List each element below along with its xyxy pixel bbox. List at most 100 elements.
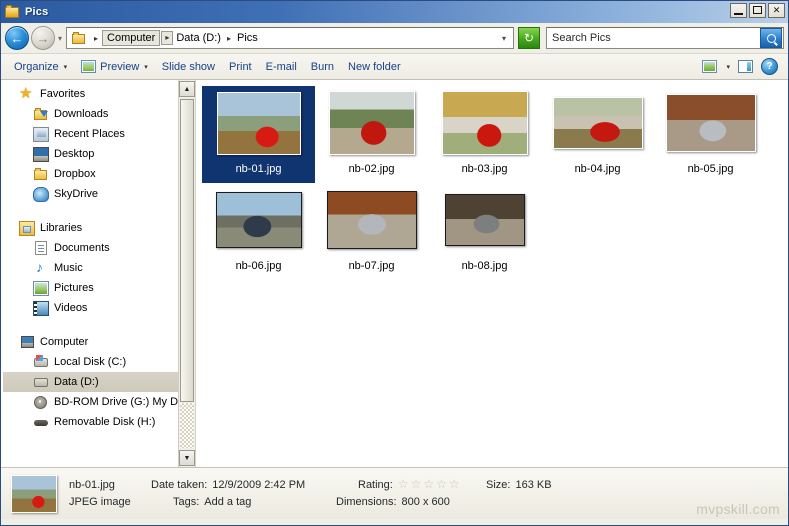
sidebar-item-skydrive[interactable]: SkyDrive <box>3 184 195 204</box>
details-date-taken-value[interactable]: 12/9/2009 2:42 PM <box>212 479 305 491</box>
recent-places-icon <box>33 126 49 142</box>
watermark: mvpskill.com <box>696 501 780 517</box>
details-tags-value[interactable]: Add a tag <box>204 496 251 508</box>
forward-button[interactable]: → <box>31 26 55 50</box>
file-thumbnail[interactable] <box>328 91 415 155</box>
preview-label: Preview <box>100 60 140 73</box>
help-icon[interactable]: ? <box>761 58 778 75</box>
refresh-button[interactable]: ↻ <box>518 27 540 49</box>
file-tile[interactable]: nb-08.jpg <box>428 183 541 280</box>
details-filetype: JPEG image <box>69 496 131 508</box>
sidebar-label: Pictures <box>54 282 94 294</box>
search-icon[interactable] <box>760 28 782 48</box>
search-input[interactable]: Search Pics <box>552 32 760 44</box>
music-icon <box>33 259 49 276</box>
file-thumbnail[interactable] <box>441 91 528 155</box>
file-tile[interactable]: nb-01.jpg <box>202 86 315 183</box>
preview-button[interactable]: Preview ▾ <box>74 57 155 76</box>
file-tile[interactable]: nb-07.jpg <box>315 183 428 280</box>
file-tile[interactable]: nb-04.jpg <box>541 86 654 183</box>
change-view-icon[interactable] <box>702 60 718 73</box>
sidebar-item-data-d[interactable]: Data (D:) <box>3 372 195 392</box>
sidebar-item-videos[interactable]: Videos <box>3 298 195 318</box>
email-button[interactable]: E-mail <box>259 58 304 76</box>
sidebar-item-removable-disk-h[interactable]: Removable Disk (H:) <box>3 412 195 432</box>
breadcrumb-bar[interactable]: ▸ Computer ▸ Data (D:) ▸ Pics ▾ <box>66 27 514 49</box>
slideshow-button[interactable]: Slide show <box>155 58 222 76</box>
scrollbar-thumb[interactable] <box>180 99 194 402</box>
new-folder-button[interactable]: New folder <box>341 58 408 76</box>
scroll-down-button[interactable]: ▼ <box>179 450 195 466</box>
maximize-button[interactable] <box>749 3 766 18</box>
scroll-up-button[interactable]: ▲ <box>179 81 195 97</box>
close-button[interactable]: ✕ <box>768 3 785 18</box>
optical-drive-icon <box>33 395 49 410</box>
details-col-size: Size: 163 KB <box>486 479 552 508</box>
sidebar-item-desktop[interactable]: Desktop <box>3 144 195 164</box>
breadcrumb-data-d[interactable]: Data (D:) <box>174 31 223 45</box>
sidebar-item-recent-places[interactable]: Recent Places <box>3 124 195 144</box>
rating-star[interactable]: ☆ <box>449 478 460 491</box>
sidebar-item-bd-rom-drive-g[interactable]: BD-ROM Drive (G:) My Dis <box>3 392 195 412</box>
chevron-down-icon: ▾ <box>144 63 148 71</box>
breadcrumb-caret-2[interactable]: ▸ <box>223 34 235 43</box>
file-tile[interactable]: nb-03.jpg <box>428 86 541 183</box>
print-button[interactable]: Print <box>222 58 259 76</box>
file-name-label: nb-01.jpg <box>235 163 282 175</box>
thumbnail-wrapper <box>215 185 302 255</box>
sidebar-item-dropbox[interactable]: Dropbox <box>3 164 195 184</box>
history-dropdown-icon[interactable]: ▾ <box>58 34 62 43</box>
folder-icon <box>33 167 49 182</box>
file-tile[interactable]: nb-05.jpg <box>654 86 767 183</box>
file-thumbnail[interactable] <box>552 97 643 149</box>
sidebar-label: Libraries <box>40 222 83 234</box>
address-dropdown-icon[interactable]: ▾ <box>502 34 511 43</box>
thumbnail-wrapper <box>326 185 417 255</box>
preview-image-icon <box>81 60 97 73</box>
rating-star[interactable]: ☆ <box>423 478 434 491</box>
burn-button[interactable]: Burn <box>304 58 341 76</box>
explorer-window: Pics ✕ ← → ▾ ▸ Computer ▸ Data (D:) ▸ Pi… <box>0 0 789 526</box>
rating-star[interactable]: ☆ <box>411 478 422 491</box>
file-tile[interactable]: nb-02.jpg <box>315 86 428 183</box>
sidebar-group-computer[interactable]: Computer <box>3 332 195 352</box>
rating-star[interactable]: ☆ <box>436 478 447 491</box>
sidebar-group-libraries[interactable]: Libraries <box>3 218 195 238</box>
sidebar-group-favorites[interactable]: Favorites <box>3 84 195 104</box>
breadcrumb-pics[interactable]: Pics <box>235 31 260 45</box>
sidebar-item-pictures[interactable]: Pictures <box>3 278 195 298</box>
sidebar-label: Documents <box>54 242 110 254</box>
search-box[interactable]: Search Pics <box>546 27 784 49</box>
file-thumbnail[interactable] <box>444 194 525 246</box>
toolbar-right-group: ▾ ? <box>702 58 782 75</box>
sidebar-item-downloads[interactable]: Downloads <box>3 104 195 124</box>
preview-pane-icon[interactable] <box>738 60 753 73</box>
file-name-label: nb-03.jpg <box>461 163 508 175</box>
rating-stars[interactable]: ☆ ☆ ☆ ☆ ☆ <box>398 478 460 491</box>
breadcrumb-caret-1[interactable]: ▸ <box>161 31 174 45</box>
file-thumbnail[interactable] <box>665 94 756 152</box>
file-tile[interactable]: nb-06.jpg <box>202 183 315 280</box>
thumbnail-wrapper <box>552 88 643 158</box>
file-list-pane[interactable]: nb-01.jpg nb-02.jpg nb-03.jpg nb-04.jpg nb-0… <box>196 80 788 467</box>
sidebar-item-documents[interactable]: Documents <box>3 238 195 258</box>
minimize-button[interactable] <box>730 3 747 18</box>
organize-button[interactable]: Organize ▾ <box>7 58 74 76</box>
file-thumbnail[interactable] <box>215 192 302 248</box>
breadcrumb-caret-0[interactable]: ▸ <box>90 34 102 43</box>
file-thumbnail[interactable] <box>216 91 301 155</box>
file-thumbnail[interactable] <box>326 191 417 249</box>
sidebar-label: Computer <box>40 336 89 348</box>
window-controls: ✕ <box>730 3 785 18</box>
breadcrumb-computer[interactable]: Computer <box>102 30 161 46</box>
sidebar-item-music[interactable]: Music <box>3 258 195 278</box>
scrollbar-track[interactable] <box>180 403 194 448</box>
back-button[interactable]: ← <box>5 26 29 50</box>
sidebar-item-local-disk-c[interactable]: Local Disk (C:) <box>3 352 195 372</box>
navigation-scrollbar[interactable]: ▲ ▼ <box>178 80 195 467</box>
rating-star[interactable]: ☆ <box>398 478 409 491</box>
details-tags-label: Tags: <box>173 496 200 508</box>
hdd-icon <box>33 375 49 390</box>
thumbnail-wrapper <box>328 88 415 158</box>
chevron-down-icon[interactable]: ▾ <box>726 63 730 71</box>
